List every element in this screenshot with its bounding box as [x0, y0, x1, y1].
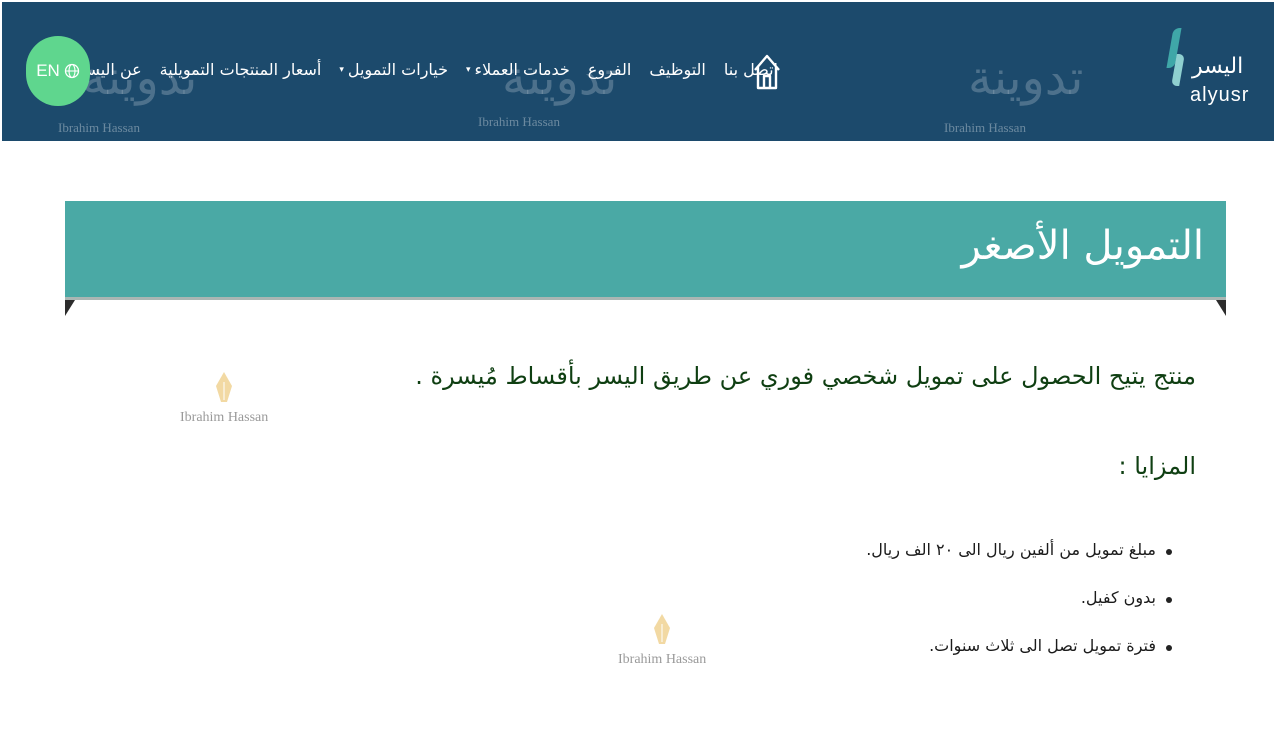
- nav-branches[interactable]: الفروع: [588, 60, 632, 79]
- bullet-icon: [1166, 597, 1172, 603]
- watermark-caption: Ibrahim Hassan: [58, 120, 140, 135]
- nav-label: الفروع: [587, 60, 632, 79]
- nav-careers[interactable]: التوظيف: [649, 60, 706, 79]
- watermark-text: تدوينة: [968, 50, 1084, 106]
- nav-product-prices[interactable]: أسعار المنتجات التمويلية: [160, 60, 322, 79]
- nav-label: أسعار المنتجات التمويلية: [159, 60, 322, 79]
- bullet-icon: [1166, 645, 1172, 651]
- features-list: مبلغ تمويل من ألفين ريال الى ٢٠ الف ريال…: [866, 540, 1172, 684]
- chevron-down-icon: ▾: [466, 64, 471, 75]
- banner-fold-right: [1216, 300, 1226, 316]
- language-toggle-button[interactable]: EN: [26, 36, 90, 106]
- nav-financing-options[interactable]: خيارات التمويل ▾: [339, 60, 448, 79]
- feature-text: فترة تمويل تصل الى ثلاث سنوات.: [929, 636, 1156, 655]
- list-item: بدون كفيل.: [866, 588, 1172, 636]
- page-title: التمويل الأصغر: [961, 223, 1204, 269]
- logo-arabic-text: اليسر: [1192, 54, 1244, 79]
- product-description: منتج يتيح الحصول على تمويل شخصي فوري عن …: [415, 362, 1196, 390]
- globe-icon: [64, 63, 79, 79]
- watermark-caption: Ibrahim Hassan: [944, 120, 1026, 135]
- nav-label: خيارات التمويل: [347, 60, 449, 79]
- alyusr-logo[interactable]: اليسر alyusr: [1166, 26, 1260, 116]
- main-nav: عن اليسر▾ أسعار المنتجات التمويلية خيارا…: [69, 60, 778, 79]
- nav-label: خدمات العملاء: [474, 60, 570, 79]
- pen-nib-icon: [654, 614, 671, 644]
- watermark-caption: Ibrahim Hassan: [478, 114, 560, 129]
- watermark-caption: Ibrahim Hassan: [618, 652, 707, 667]
- watermark: Ibrahim Hassan: [618, 614, 706, 668]
- bullet-icon: [1166, 549, 1172, 555]
- watermark-caption: Ibrahim Hassan: [180, 410, 269, 425]
- logo-latin-text: alyusr: [1190, 84, 1250, 106]
- logo-mark-icon: [1166, 28, 1185, 86]
- language-label: EN: [36, 61, 60, 80]
- watermark: Ibrahim Hassan: [180, 372, 268, 426]
- banner-fold-left: [65, 300, 75, 316]
- feature-text: مبلغ تمويل من ألفين ريال الى ٢٠ الف ريال…: [866, 540, 1156, 559]
- page-title-banner: التمويل الأصغر: [65, 201, 1226, 300]
- nav-label: اتصل بنا: [723, 60, 778, 79]
- pen-nib-icon: [216, 372, 233, 402]
- nav-contact-us[interactable]: اتصل بنا: [724, 60, 778, 79]
- nav-label: التوظيف: [649, 60, 706, 79]
- chevron-down-icon: ▾: [339, 64, 344, 75]
- list-item: مبلغ تمويل من ألفين ريال الى ٢٠ الف ريال…: [866, 540, 1172, 588]
- feature-text: بدون كفيل.: [1080, 588, 1156, 607]
- features-heading: المزايا :: [1118, 452, 1196, 480]
- site-header: تدوينة Ibrahim Hassan تدوينة Ibrahim Has…: [2, 2, 1274, 141]
- list-item: فترة تمويل تصل الى ثلاث سنوات.: [866, 636, 1172, 684]
- nav-customer-services[interactable]: خدمات العملاء ▾: [466, 60, 570, 79]
